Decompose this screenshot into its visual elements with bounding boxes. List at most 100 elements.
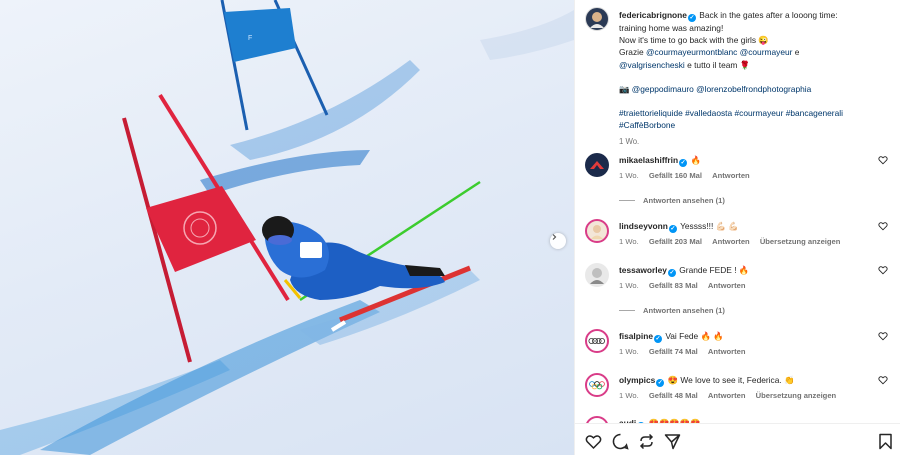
verified-badge-icon: ✓: [668, 225, 677, 233]
reply-button[interactable]: Antworten: [712, 237, 750, 246]
comment-text: fisalpine ✓ Vai Fede 🔥 🔥: [619, 331, 724, 343]
heart-icon[interactable]: [878, 155, 888, 165]
comment-body: Vai Fede 🔥 🔥: [665, 331, 724, 341]
mention-link[interactable]: @valgrisencheski: [619, 60, 685, 70]
reply-button[interactable]: Antworten: [712, 171, 750, 180]
send-icon[interactable]: [664, 433, 681, 450]
reply-button[interactable]: Antworten: [708, 281, 746, 290]
profile-photo-icon: [591, 225, 603, 239]
author-avatar[interactable]: [585, 7, 609, 31]
replies-divider: [619, 310, 635, 311]
svg-text:F: F: [248, 35, 252, 42]
hashtag-link[interactable]: #CaffèBorbone: [619, 120, 675, 130]
comment-likes[interactable]: Gefällt 74 Mal: [649, 347, 698, 356]
hashtag-link[interactable]: #valledaosta: [685, 108, 732, 118]
commenter-username[interactable]: lindseyvonn: [619, 221, 668, 231]
comment-text: lindseyvonn ✓ Yessss!!! 💪🏻 💪🏻: [619, 221, 739, 233]
hashtag-link[interactable]: #courmayeur: [734, 108, 783, 118]
logo-icon: [590, 161, 604, 169]
comment-item: lindseyvonn ✓ Yessss!!! 💪🏻 💪🏻 1 Wo. Gefäl…: [585, 219, 890, 259]
comment-item: tessaworley ✓ Grande FEDE ! 🔥 1 Wo. Gefäl…: [585, 263, 890, 303]
chevron-right-icon: [552, 234, 557, 240]
commenter-avatar[interactable]: [585, 153, 609, 177]
profile-photo-icon: [590, 12, 604, 28]
heart-icon[interactable]: [878, 265, 888, 275]
comment-item: audi✓ 😍😍😍😍😍: [585, 416, 890, 423]
replies-divider: [619, 200, 635, 201]
caption-and: e: [794, 47, 800, 58]
comment-item: olympics ✓ 😍 We love to see it, Federica.…: [585, 373, 890, 413]
audi-rings-logo-icon: [588, 338, 605, 344]
view-replies-button[interactable]: Antworten ansehen (1): [619, 306, 725, 315]
comment-likes[interactable]: Gefällt 203 Mal: [649, 237, 702, 246]
reply-button[interactable]: Antworten: [708, 391, 746, 400]
hashtag-link[interactable]: #traiettorieliquide: [619, 108, 683, 118]
commenter-avatar[interactable]: [585, 263, 609, 287]
camera-emoji-icon: 📷: [619, 83, 630, 94]
author-username[interactable]: federicabrignone: [619, 10, 687, 20]
caption-tail: e tutto il team 🌹: [687, 59, 751, 70]
reply-button[interactable]: Antworten: [708, 347, 746, 356]
caption-line: Grazie: [619, 47, 644, 58]
comment-meta: 1 Wo. Gefällt 74 Mal Antworten: [619, 347, 753, 356]
commenter-username[interactable]: olympics: [619, 375, 655, 385]
translate-button[interactable]: Übersetzung anzeigen: [760, 237, 841, 246]
comment-likes[interactable]: Gefällt 48 Mal: [649, 391, 698, 400]
mention-link[interactable]: @courmayeur: [740, 47, 793, 57]
mention-link[interactable]: @courmayeurmontblanc: [646, 47, 737, 57]
commenter-avatar[interactable]: [585, 219, 609, 243]
instagram-post-view: F federicabrignone ✓ Back in the gates a…: [0, 0, 900, 455]
caption-text: federicabrignone ✓ Back in the gates afte…: [619, 9, 899, 149]
comment-meta: 1 Wo. Gefällt 203 Mal Antworten Übersetz…: [619, 237, 848, 246]
next-image-button[interactable]: [550, 233, 566, 249]
comment-time[interactable]: 1 Wo.: [619, 281, 639, 290]
heart-icon[interactable]: [878, 375, 888, 385]
olympic-rings-logo-icon: [589, 381, 605, 390]
commenter-avatar[interactable]: [585, 373, 609, 397]
commenter-username[interactable]: mikaelashiffrin: [619, 155, 678, 165]
mention-link[interactable]: @lorenzobelfrondphotographia: [696, 84, 811, 94]
ski-race-image: F: [0, 0, 574, 455]
post-photo: F: [0, 0, 574, 455]
translate-button[interactable]: Übersetzung anzeigen: [756, 391, 837, 400]
share-icon[interactable]: [638, 433, 655, 450]
verified-badge-icon: ✓: [653, 335, 662, 343]
caption-line: Back in the gates after a looong time:: [699, 10, 838, 20]
verified-badge-icon: ✓: [667, 269, 676, 277]
commenter-username[interactable]: tessaworley: [619, 265, 667, 275]
comment-meta: 1 Wo. Gefällt 48 Mal Antworten Übersetzu…: [619, 391, 844, 400]
caption-line: training home was amazing!: [619, 23, 724, 33]
post-time[interactable]: 1 Wo.: [619, 137, 639, 146]
commenter-avatar[interactable]: [585, 416, 609, 423]
heart-icon[interactable]: [878, 221, 888, 231]
comment-icon[interactable]: [612, 433, 629, 450]
comment-item: fisalpine ✓ Vai Fede 🔥 🔥 1 Wo. Gefällt 74…: [585, 329, 890, 369]
comment-body: 😍 We love to see it, Federica. 👏: [667, 375, 795, 385]
comment-text: mikaelashiffrin ✓ 🔥: [619, 155, 701, 167]
heart-icon[interactable]: [878, 331, 888, 341]
comment-time[interactable]: 1 Wo.: [619, 171, 639, 180]
post-action-bar: [575, 423, 900, 455]
hashtag-link[interactable]: #bancagenerali: [786, 108, 843, 118]
comment-body: Yessss!!! 💪🏻 💪🏻: [680, 221, 739, 231]
mention-link[interactable]: @geppodimauro: [632, 84, 694, 94]
comment-time[interactable]: 1 Wo.: [619, 347, 639, 356]
caption-line: Now it's time to go back with the girls …: [619, 35, 769, 46]
comments-scroll-area[interactable]: federicabrignone ✓ Back in the gates afte…: [575, 0, 900, 423]
comment-time[interactable]: 1 Wo.: [619, 391, 639, 400]
view-replies-button[interactable]: Antworten ansehen (1): [619, 196, 725, 205]
verified-badge-icon: ✓: [679, 159, 688, 167]
comment-likes[interactable]: Gefällt 83 Mal: [649, 281, 698, 290]
comment-text: olympics ✓ 😍 We love to see it, Federica.…: [619, 375, 794, 387]
comment-body: 🔥: [690, 155, 701, 165]
comment-item: mikaelashiffrin ✓ 🔥 1 Wo. Gefällt 160 Mal…: [585, 153, 890, 193]
comment-time[interactable]: 1 Wo.: [619, 237, 639, 246]
post-side-panel: federicabrignone ✓ Back in the gates afte…: [574, 0, 900, 455]
profile-photo-icon: [590, 268, 604, 284]
commenter-username[interactable]: fisalpine: [619, 331, 653, 341]
comment-meta: 1 Wo. Gefällt 83 Mal Antworten: [619, 281, 753, 290]
commenter-avatar[interactable]: [585, 329, 609, 353]
bookmark-icon[interactable]: [877, 433, 894, 450]
heart-icon[interactable]: [585, 433, 602, 450]
comment-likes[interactable]: Gefällt 160 Mal: [649, 171, 702, 180]
